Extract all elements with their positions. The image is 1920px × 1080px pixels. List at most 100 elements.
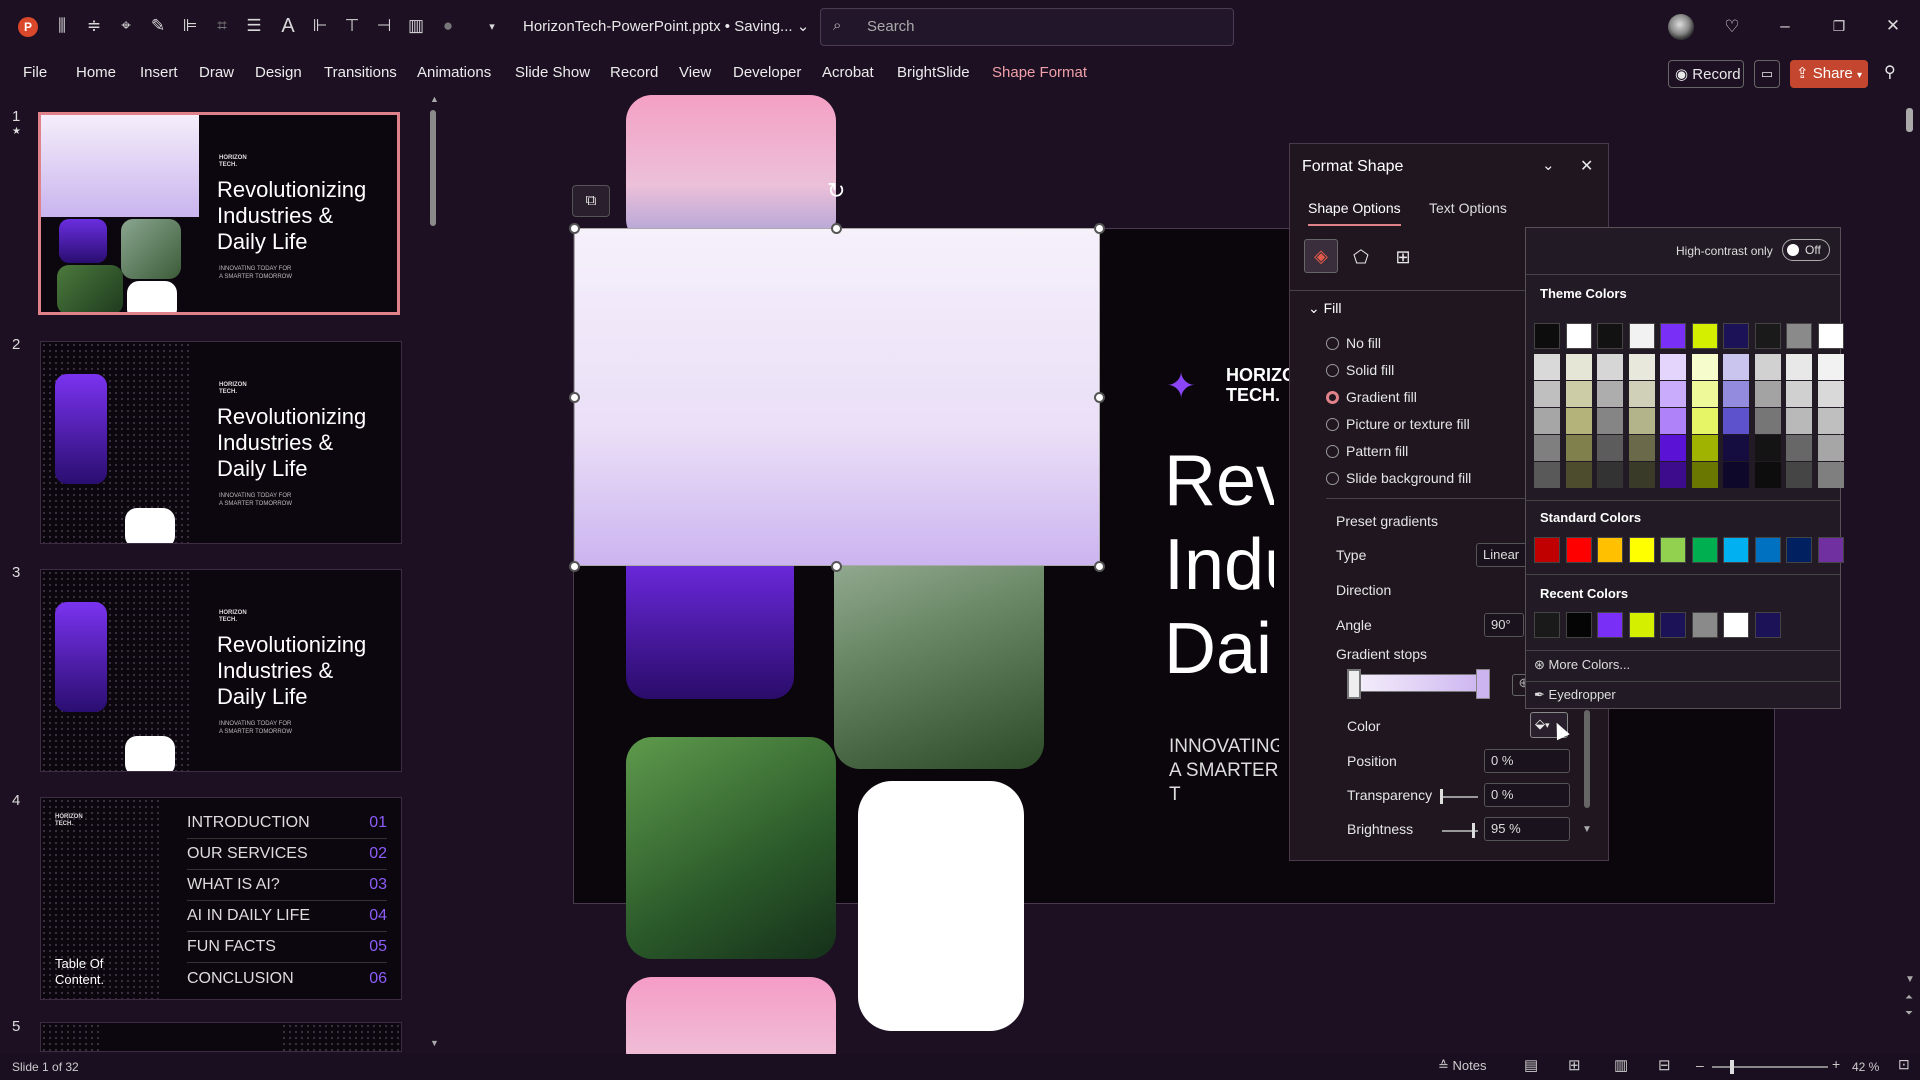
scroll-down-icon[interactable]: ▼ <box>430 1038 439 1048</box>
rotate-handle-icon[interactable]: ↻ <box>827 178 845 204</box>
tab-text-options[interactable]: Text Options <box>1429 200 1507 216</box>
theme-color-swatch[interactable] <box>1628 323 1655 349</box>
theme-shade-swatch[interactable] <box>1534 462 1560 488</box>
effects-icon[interactable]: ⬠ <box>1346 242 1376 272</box>
chevron-down-icon[interactable]: ⌄ <box>1542 156 1555 174</box>
theme-shade-swatch[interactable] <box>1723 435 1749 461</box>
recent-color-swatch[interactable] <box>1723 612 1749 638</box>
standard-color-swatch[interactable] <box>1534 537 1560 563</box>
slide-background-fill-radio[interactable] <box>1326 472 1339 485</box>
scroll-down-icon[interactable]: ▼ <box>1905 974 1915 985</box>
theme-shade-swatch[interactable] <box>1597 435 1623 461</box>
shape-options-icon[interactable]: ⧉ <box>572 185 610 217</box>
theme-color-swatch[interactable] <box>1691 323 1718 349</box>
eyedropper-menu-item[interactable]: ✒ Eyedropper <box>1534 687 1834 709</box>
theme-shade-swatch[interactable] <box>1628 435 1655 461</box>
recent-color-swatch[interactable] <box>1691 612 1718 638</box>
gradient-stop-handle[interactable] <box>1476 669 1490 699</box>
fit-to-window-icon[interactable]: ⊡ <box>1898 1056 1910 1073</box>
theme-shade-swatch[interactable] <box>1534 354 1560 380</box>
theme-shade-swatch[interactable] <box>1628 408 1655 434</box>
theme-shade-swatch[interactable] <box>1754 435 1781 461</box>
resize-handle[interactable] <box>831 223 842 234</box>
resize-handle[interactable] <box>831 561 842 572</box>
resize-handle[interactable] <box>1094 392 1105 403</box>
slide-thumbnail-2[interactable]: HORIZON TECH. Revolutionizing Industries… <box>40 341 402 544</box>
search-box[interactable]: ⌕ Search <box>820 8 1234 46</box>
recent-color-swatch[interactable] <box>1565 612 1592 638</box>
theme-shade-swatch[interactable] <box>1691 354 1718 380</box>
tab-slide-show[interactable]: Slide Show <box>515 64 590 81</box>
recent-color-swatch[interactable] <box>1534 612 1560 638</box>
theme-shade-swatch[interactable] <box>1723 354 1749 380</box>
brightness-input[interactable]: 95 % <box>1484 817 1570 841</box>
pattern-fill-radio[interactable] <box>1326 445 1339 458</box>
comments-icon[interactable]: ▭ <box>1754 60 1780 88</box>
reading-view-icon[interactable]: ▥ <box>1614 1056 1628 1074</box>
standard-color-swatch[interactable] <box>1597 537 1623 563</box>
notes-button[interactable]: ≙ Notes <box>1438 1058 1487 1074</box>
resize-handle[interactable] <box>569 223 580 234</box>
tab-acrobat[interactable]: Acrobat <box>822 64 874 81</box>
avatar[interactable] <box>1668 14 1694 40</box>
restore-icon[interactable]: ❐ <box>1827 14 1851 38</box>
theme-shade-swatch[interactable] <box>1691 408 1718 434</box>
theme-shade-swatch[interactable] <box>1660 381 1686 407</box>
align-right-icon[interactable]: ⊣ <box>372 14 396 38</box>
standard-color-swatch[interactable] <box>1754 537 1781 563</box>
document-title[interactable]: HorizonTech-PowerPoint.pptx • Saving... … <box>523 17 809 35</box>
theme-shade-swatch[interactable] <box>1817 435 1844 461</box>
no-fill-radio[interactable] <box>1326 337 1339 350</box>
gradient-stops-bar[interactable] <box>1352 674 1484 692</box>
theme-shade-swatch[interactable] <box>1754 354 1781 380</box>
transparency-slider-thumb[interactable] <box>1440 789 1443 804</box>
theme-color-swatch[interactable] <box>1565 323 1592 349</box>
gradient-fill-radio[interactable] <box>1326 391 1339 404</box>
tab-shape-format[interactable]: Shape Format <box>992 64 1087 81</box>
standard-color-swatch[interactable] <box>1660 537 1686 563</box>
resize-handle[interactable] <box>569 561 580 572</box>
transparency-input[interactable]: 0 % <box>1484 783 1570 807</box>
theme-shade-swatch[interactable] <box>1691 435 1718 461</box>
theme-shade-swatch[interactable] <box>1754 462 1781 488</box>
fill-icon[interactable]: ● <box>436 14 460 38</box>
theme-shade-swatch[interactable] <box>1723 381 1749 407</box>
close-icon[interactable]: ✕ <box>1580 156 1593 176</box>
record-button[interactable]: ◉ Record <box>1668 60 1744 88</box>
text-align-icon[interactable]: ☰ <box>242 14 266 38</box>
theme-color-swatch[interactable] <box>1534 323 1560 349</box>
solid-fill-radio[interactable] <box>1326 364 1339 377</box>
zoom-out-icon[interactable]: – <box>1696 1057 1704 1073</box>
shape-icon[interactable]: ⌖ <box>114 14 138 38</box>
theme-shade-swatch[interactable] <box>1817 462 1844 488</box>
standard-color-swatch[interactable] <box>1565 537 1592 563</box>
recent-color-swatch[interactable] <box>1597 612 1623 638</box>
resize-handle[interactable] <box>1094 561 1105 572</box>
theme-shade-swatch[interactable] <box>1817 354 1844 380</box>
tab-home[interactable]: Home <box>76 64 116 81</box>
text-icon[interactable]: A <box>276 14 300 38</box>
transparency-slider[interactable] <box>1442 796 1478 798</box>
zoom-slider-thumb[interactable] <box>1730 1060 1734 1074</box>
tab-transitions[interactable]: Transitions <box>324 64 397 81</box>
slide-thumbnail-3[interactable]: HORIZON TECH. Revolutionizing Industries… <box>40 569 402 772</box>
recent-color-swatch[interactable] <box>1754 612 1781 638</box>
distribute-icon[interactable]: ≑ <box>82 14 106 38</box>
theme-shade-swatch[interactable] <box>1754 408 1781 434</box>
fill-line-icon[interactable]: ◈ <box>1304 239 1338 273</box>
theme-shade-swatch[interactable] <box>1660 408 1686 434</box>
tab-view[interactable]: View <box>679 64 711 81</box>
more-colors-menu-item[interactable]: ⊛ More Colors... <box>1534 657 1834 679</box>
tab-draw[interactable]: Draw <box>199 64 234 81</box>
theme-color-swatch[interactable] <box>1660 323 1686 349</box>
fill-section-header[interactable]: ⌄ Fill <box>1308 300 1342 317</box>
theme-shade-swatch[interactable] <box>1597 408 1623 434</box>
theme-shade-swatch[interactable] <box>1534 408 1560 434</box>
align-icon[interactable]: ⫼ <box>50 14 74 38</box>
minimize-icon[interactable]: – <box>1773 14 1797 38</box>
tab-animations[interactable]: Animations <box>417 64 491 81</box>
thumbnail-scrollbar[interactable]: ▲ ▼ <box>428 94 440 1054</box>
theme-shade-swatch[interactable] <box>1597 381 1623 407</box>
scrollbar-thumb[interactable] <box>1906 108 1913 132</box>
slide-thumbnail-5[interactable] <box>40 1022 402 1052</box>
